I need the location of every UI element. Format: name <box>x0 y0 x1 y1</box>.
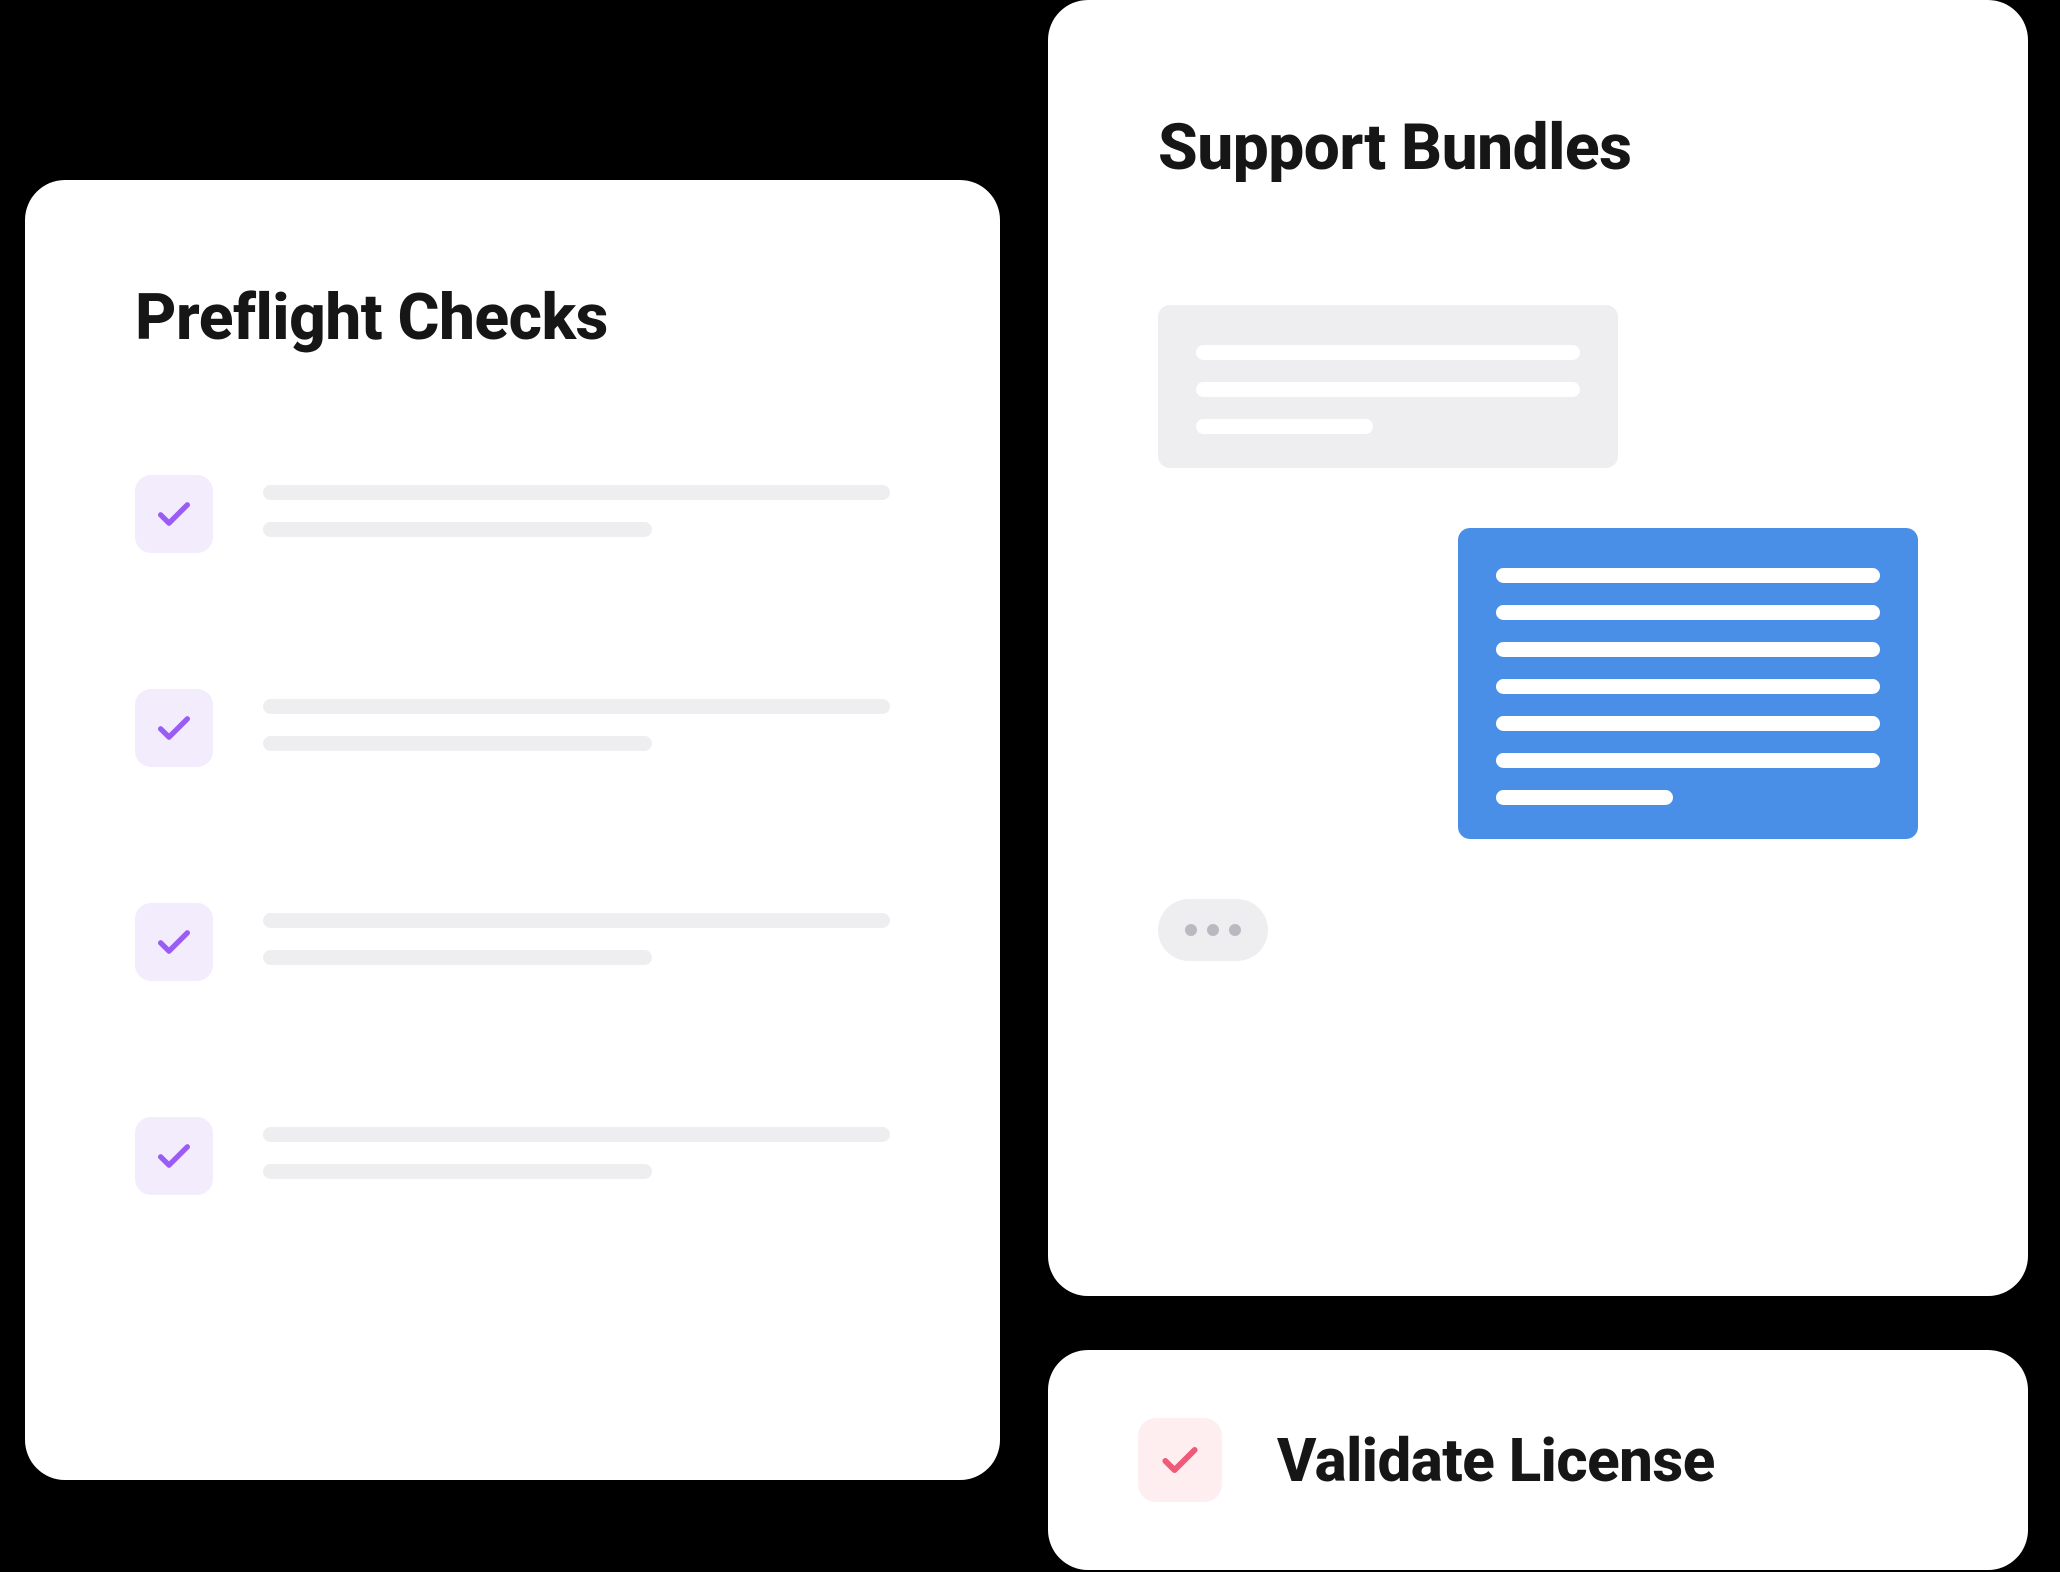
placeholder-line <box>263 699 890 714</box>
placeholder-line <box>263 1127 890 1142</box>
placeholder-line <box>263 1164 652 1179</box>
validate-title: Validate License <box>1277 1425 1715 1496</box>
placeholder-line <box>1496 568 1880 583</box>
check-icon <box>1138 1418 1222 1502</box>
placeholder-lines <box>263 903 890 987</box>
check-icon <box>135 1117 213 1195</box>
placeholder-line <box>1196 345 1580 360</box>
check-icon <box>135 903 213 981</box>
placeholder-line <box>1496 679 1880 694</box>
typing-dot <box>1207 924 1219 936</box>
placeholder-line <box>1496 605 1880 620</box>
placeholder-line <box>1496 642 1880 657</box>
preflight-check-item <box>135 1117 890 1201</box>
typing-dot <box>1229 924 1241 936</box>
preflight-checks-card: Preflight Checks <box>25 180 1000 1480</box>
placeholder-line <box>1496 753 1880 768</box>
placeholder-lines <box>263 475 890 559</box>
chat-bubble-incoming <box>1158 305 1618 468</box>
support-bundles-card: Support Bundles <box>1048 0 2028 1296</box>
placeholder-lines <box>263 689 890 773</box>
chat-bubble-outgoing <box>1458 528 1918 839</box>
typing-indicator-icon <box>1158 899 1268 961</box>
preflight-check-item <box>135 903 890 987</box>
placeholder-line <box>1496 716 1880 731</box>
placeholder-line <box>1196 419 1373 434</box>
support-title: Support Bundles <box>1158 110 1918 185</box>
placeholder-line <box>263 485 890 500</box>
placeholder-line <box>263 736 652 751</box>
validate-license-card: Validate License <box>1048 1350 2028 1570</box>
typing-dot <box>1185 924 1197 936</box>
placeholder-line <box>263 522 652 537</box>
preflight-check-item <box>135 475 890 559</box>
placeholder-line <box>263 913 890 928</box>
placeholder-line <box>263 950 652 965</box>
check-icon <box>135 475 213 553</box>
preflight-title: Preflight Checks <box>135 280 890 355</box>
placeholder-line <box>1196 382 1580 397</box>
placeholder-lines <box>263 1117 890 1201</box>
check-icon <box>135 689 213 767</box>
placeholder-line <box>1496 790 1673 805</box>
preflight-check-item <box>135 689 890 773</box>
